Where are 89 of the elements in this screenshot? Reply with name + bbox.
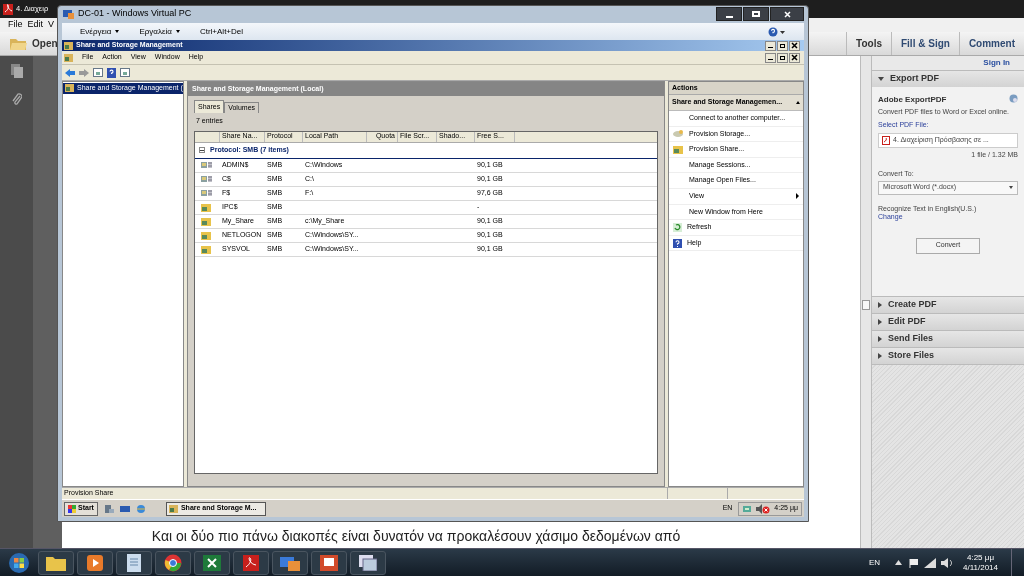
close-icon [791, 42, 798, 49]
minimize-button[interactable] [765, 52, 776, 63]
panel-header[interactable]: Store Files [872, 347, 1024, 364]
menu-item[interactable]: File [8, 18, 23, 32]
console-icon [168, 504, 178, 513]
panel-header[interactable]: Export PDF [872, 70, 1024, 87]
browser-icon [135, 503, 146, 514]
window-title: DC-01 - Windows Virtual PC [78, 7, 193, 21]
pane-icon [93, 68, 103, 77]
expand-icon [878, 336, 882, 342]
panel-header[interactable]: Send Files [872, 330, 1024, 347]
spreadsheet-icon[interactable] [194, 550, 230, 575]
collapse-group-icon[interactable] [199, 147, 205, 153]
maximize-button[interactable] [743, 7, 769, 21]
collapse-icon[interactable] [796, 101, 800, 104]
refresh-icon [673, 222, 682, 232]
play-icon[interactable] [77, 550, 113, 575]
clock-date: 4/11/2014 [963, 562, 998, 573]
service-title: Adobe ExportPDF [878, 94, 947, 106]
pdf-icon [882, 135, 890, 145]
close-button[interactable] [789, 40, 800, 51]
expand-icon [878, 319, 882, 325]
language-indicator[interactable]: EN [868, 556, 880, 569]
forward-icon [79, 68, 89, 77]
help-icon [768, 26, 786, 37]
minimize-button[interactable] [765, 40, 776, 51]
paperclip-icon [11, 92, 22, 106]
show-hidden-icon[interactable] [895, 560, 902, 565]
maximize-button[interactable] [777, 40, 788, 51]
window-icon[interactable] [350, 550, 386, 575]
flag-icon[interactable] [909, 557, 919, 568]
maximize-button[interactable] [777, 52, 788, 63]
sign-in-link[interactable]: Sign In [983, 57, 1010, 69]
volume-icon[interactable] [941, 557, 952, 568]
folder-icon [201, 230, 211, 240]
console-icon [64, 53, 73, 62]
collapse-icon [878, 77, 884, 81]
globe-icon [1009, 94, 1018, 103]
submenu-arrow-icon [796, 193, 799, 200]
volume-muted-icon [756, 503, 771, 514]
folder-icon [201, 202, 211, 212]
desktop-icon [119, 503, 130, 514]
server-icon [103, 503, 114, 514]
help-icon [107, 67, 116, 78]
console-icon [65, 84, 74, 93]
toolbar-tab[interactable]: Fill & Sign [891, 32, 959, 55]
toolbar-tab[interactable]: Comment [958, 32, 1024, 55]
pane-icon [120, 68, 130, 77]
pages-icon [10, 64, 23, 78]
windows-logo-icon [68, 504, 76, 513]
close-icon [783, 10, 791, 18]
caret-icon [115, 30, 120, 33]
ctrl-alt-del-button[interactable]: Ctrl+Alt+Del [199, 25, 244, 38]
menu-button[interactable]: Ενέργεια [80, 25, 120, 38]
open-button[interactable]: Open [10, 36, 58, 51]
back-icon [65, 68, 75, 77]
close-icon [791, 54, 798, 61]
panel-header[interactable]: Edit PDF [872, 313, 1024, 330]
signal-icon[interactable] [924, 557, 936, 568]
pdf-icon[interactable] [233, 550, 269, 575]
folder-icon [10, 37, 27, 50]
monitor-icon[interactable] [272, 550, 308, 575]
toolbar-tab[interactable]: Tools [846, 32, 891, 55]
close-button[interactable] [770, 7, 804, 21]
folder-icon[interactable] [38, 550, 74, 575]
browser-icon[interactable] [155, 550, 191, 575]
storage-icon [673, 129, 684, 139]
expand-icon [878, 302, 882, 308]
pdf-icon [3, 3, 13, 15]
minimize-button[interactable] [716, 7, 742, 21]
virtual-pc-icon [63, 9, 74, 19]
caret-icon [175, 30, 180, 33]
menu-item[interactable]: V [48, 18, 55, 32]
clock-time: 4:25 μμ [967, 552, 994, 563]
menu-button[interactable]: Εργαλεία [139, 25, 180, 38]
caret-icon [1009, 186, 1013, 189]
notepad-icon[interactable] [116, 550, 152, 575]
panel-header[interactable]: Create PDF [872, 296, 1024, 313]
help-icon [673, 238, 682, 248]
document-text: Και οι δύο πιο πάνω διακοπές είναι δυνατόν να προκαλέσουν χάσιμο δεδομένων από [151, 527, 682, 546]
menu-item[interactable]: Edit [27, 18, 44, 32]
folder-icon [201, 216, 211, 226]
folder-icon [201, 244, 211, 254]
console-icon [64, 41, 73, 50]
close-button[interactable] [789, 52, 800, 63]
expand-icon [878, 353, 882, 359]
folder-icon [673, 145, 684, 154]
network-icon [742, 503, 753, 514]
slides-icon[interactable] [311, 550, 347, 575]
